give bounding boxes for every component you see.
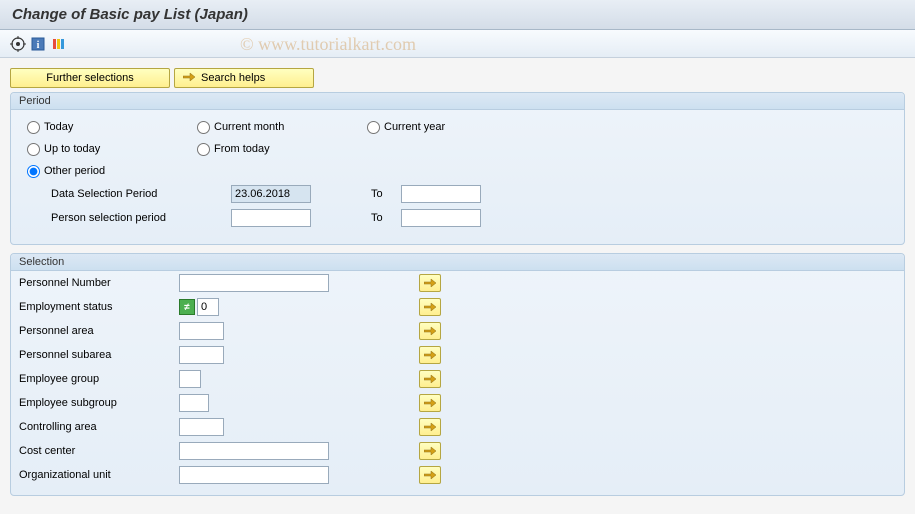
multiple-selection-button[interactable] [419, 298, 441, 316]
not-equal-icon[interactable]: ≠ [179, 299, 195, 315]
selection-input[interactable] [179, 370, 201, 388]
selection-label: Controlling area [19, 421, 179, 433]
period-current-month-radio[interactable]: Current month [197, 121, 367, 134]
variant-icon[interactable] [50, 36, 66, 52]
selection-row: Controlling area [11, 415, 904, 439]
selection-row: Employee group [11, 367, 904, 391]
period-up-to-today-radio[interactable]: Up to today [27, 143, 197, 156]
search-helps-button[interactable]: Search helps [174, 68, 314, 88]
further-selections-button[interactable]: Further selections [10, 68, 170, 88]
selection-row: Employee subgroup [11, 391, 904, 415]
selection-row: Organizational unit [11, 463, 904, 487]
data-selection-from-input[interactable] [231, 185, 311, 203]
to-label: To [371, 188, 401, 200]
selection-label: Personnel area [19, 325, 179, 337]
selection-group: Selection Personnel Number Employment sta… [10, 253, 905, 496]
toolbar: i [0, 30, 915, 58]
selection-row: Cost center [11, 439, 904, 463]
person-selection-to-input[interactable] [401, 209, 481, 227]
selection-input[interactable] [179, 418, 224, 436]
selection-input[interactable] [179, 322, 224, 340]
period-other-radio[interactable]: Other period [27, 165, 197, 178]
data-selection-to-input[interactable] [401, 185, 481, 203]
multiple-selection-button[interactable] [419, 466, 441, 484]
selection-input[interactable] [197, 298, 219, 316]
selection-label: Employee group [19, 373, 179, 385]
period-group-title: Period [11, 93, 904, 110]
multiple-selection-button[interactable] [419, 274, 441, 292]
selection-label: Personnel subarea [19, 349, 179, 361]
selection-row: Employment status≠ [11, 295, 904, 319]
to-label: To [371, 212, 401, 224]
period-group: Period Today Current month Current year … [10, 92, 905, 245]
selection-row: Personnel Number [11, 271, 904, 295]
radio-label: Current year [384, 121, 445, 133]
selection-label: Employment status [19, 301, 179, 313]
selection-input[interactable] [179, 394, 209, 412]
multiple-selection-button[interactable] [419, 418, 441, 436]
period-current-year-radio[interactable]: Current year [367, 121, 537, 134]
selection-row: Personnel subarea [11, 343, 904, 367]
selection-label: Cost center [19, 445, 179, 457]
multiple-selection-button[interactable] [419, 370, 441, 388]
selection-group-title: Selection [11, 254, 904, 271]
radio-label: Up to today [44, 143, 100, 155]
selection-label: Organizational unit [19, 469, 179, 481]
multiple-selection-button[interactable] [419, 442, 441, 460]
svg-text:i: i [37, 40, 40, 51]
person-selection-from-input[interactable] [231, 209, 311, 227]
selection-input[interactable] [179, 346, 224, 364]
selection-input[interactable] [179, 466, 329, 484]
multiple-selection-button[interactable] [419, 346, 441, 364]
radio-label: Current month [214, 121, 284, 133]
selection-input[interactable] [179, 442, 329, 460]
radio-label: Other period [44, 165, 105, 177]
radio-label: Today [44, 121, 73, 133]
period-from-today-radio[interactable]: From today [197, 143, 367, 156]
selection-label: Employee subgroup [19, 397, 179, 409]
selection-label: Personnel Number [19, 277, 179, 289]
multiple-selection-button[interactable] [419, 322, 441, 340]
execute-icon[interactable] [10, 36, 26, 52]
period-today-radio[interactable]: Today [27, 121, 197, 134]
multiple-selection-button[interactable] [419, 394, 441, 412]
arrow-right-icon [183, 72, 195, 85]
data-selection-label: Data Selection Period [51, 188, 231, 200]
page-title: Change of Basic pay List (Japan) [0, 0, 915, 30]
person-selection-label: Person selection period [51, 212, 231, 224]
selection-row: Personnel area [11, 319, 904, 343]
radio-label: From today [214, 143, 270, 155]
selection-input[interactable] [179, 274, 329, 292]
info-icon[interactable]: i [30, 36, 46, 52]
search-helps-label: Search helps [201, 72, 265, 84]
